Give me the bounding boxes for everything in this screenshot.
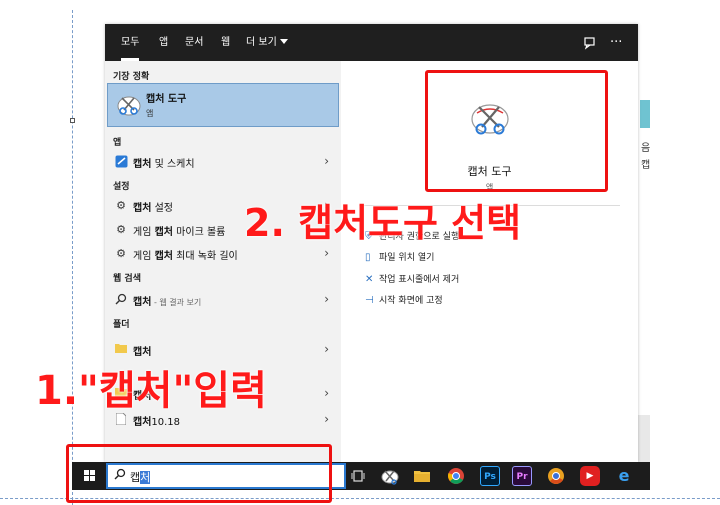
gear-icon: ⚙ — [116, 199, 126, 212]
web-result-hint: - 웹 결과 보기 — [151, 298, 202, 307]
section-heading-apps: 앱 — [113, 138, 122, 148]
pre-text: 게임 — [133, 227, 155, 238]
section-heading-best-match: 기장 정확 — [113, 72, 150, 82]
feedback-icon[interactable] — [583, 24, 597, 61]
tab-label: 더 보기 — [246, 37, 277, 48]
tab-more[interactable]: 더 보기 — [246, 24, 288, 61]
more-options-icon[interactable]: ··· — [610, 24, 622, 61]
unpin-icon: ✕ — [365, 274, 374, 285]
action-label: 시작 화면에 고정 — [379, 296, 443, 306]
tab-label: 모두 — [121, 37, 140, 48]
task-view-icon[interactable] — [348, 466, 368, 486]
file-explorer-icon[interactable] — [412, 466, 432, 486]
tab-label: 문서 — [185, 37, 204, 48]
chevron-down-icon — [279, 39, 288, 44]
match-text: 캡처 — [133, 297, 152, 308]
match-text: 캡처 — [154, 227, 173, 238]
action-unpin-taskbar[interactable]: ✕ 작업 표시줄에서 제거 — [365, 272, 459, 285]
chevron-right-icon[interactable]: › — [324, 342, 329, 356]
rest-text: 10.18 — [151, 417, 181, 428]
tab-web[interactable]: 웹 — [221, 24, 230, 61]
background-text-line: 캡 — [641, 160, 651, 171]
background-text-line: 음 — [641, 143, 651, 154]
section-heading-settings: 설정 — [113, 182, 130, 192]
section-heading-web: 웹 검색 — [113, 274, 141, 284]
rest-text: 및 스케치 — [151, 159, 195, 170]
list-item[interactable]: 캡처 및 스케치 › — [105, 151, 341, 173]
folder-icon — [114, 343, 128, 357]
tab-label: 앱 — [159, 37, 169, 48]
tab-all[interactable]: 모두 — [121, 24, 140, 61]
search-icon — [114, 293, 128, 307]
rest-text: 최대 녹화 길이 — [173, 251, 238, 262]
background-text: 음 캡 — [641, 140, 650, 174]
list-item-label: 게임 캡처 마이크 볼륨 — [133, 223, 225, 238]
match-text: 캡처 — [154, 251, 173, 262]
chrome-icon[interactable] — [446, 466, 466, 486]
snipping-tool-icon[interactable] — [380, 466, 400, 486]
file-location-icon: ▯ — [365, 252, 371, 263]
snipping-tool-icon — [117, 96, 141, 116]
list-item-label: 게임 캡처 최대 녹화 길이 — [133, 247, 238, 262]
list-item-label: 캡처 및 스케치 — [133, 155, 195, 170]
best-match-subtitle: 앱 — [146, 109, 154, 118]
search-tabs: 모두 앱 문서 웹 더 보기 ··· — [105, 24, 638, 61]
document-guide-vertical — [72, 10, 73, 505]
chevron-right-icon[interactable]: › — [324, 154, 329, 168]
match-text: 캡처 — [133, 159, 152, 170]
rest-text: 마이크 볼륨 — [173, 227, 226, 238]
background-accent-strip — [640, 100, 650, 128]
match-text: 캡처 — [133, 203, 152, 214]
rest-text: 설정 — [151, 203, 173, 214]
chevron-right-icon[interactable]: › — [324, 292, 329, 306]
action-open-file-location[interactable]: ▯ 파일 위치 열기 — [365, 250, 434, 263]
action-pin-start[interactable]: ⊣ 시작 화면에 고정 — [365, 293, 443, 306]
highlight-box-app-preview — [425, 70, 608, 192]
list-item-label: 캡처 - 웹 결과 보기 — [133, 293, 201, 308]
chevron-right-icon[interactable]: › — [324, 246, 329, 260]
chrome-alt-icon[interactable] — [546, 466, 566, 486]
list-item-label: 캡처 설정 — [133, 199, 173, 214]
chevron-right-icon[interactable]: › — [324, 386, 329, 400]
match-text: 캡처 — [133, 347, 152, 358]
tab-apps[interactable]: 앱 — [159, 24, 168, 61]
gear-icon: ⚙ — [116, 223, 126, 236]
action-label: 작업 표시줄에서 제거 — [379, 275, 460, 285]
tab-label: 웹 — [221, 37, 231, 48]
best-match-title: 캡처 도구 — [146, 94, 187, 105]
pin-icon: ⊣ — [365, 295, 374, 306]
document-handle[interactable] — [70, 118, 75, 123]
best-match-item[interactable]: 캡처 도구 앱 — [107, 83, 339, 127]
youtube-icon[interactable]: ▶ — [580, 466, 600, 486]
screenshot-stage: 음 캡 모두 앱 문서 웹 더 보기 ··· 기장 정확 캡처 도구 앱 앱 캡… — [0, 0, 720, 505]
pre-text: 게임 — [133, 251, 155, 262]
tab-documents[interactable]: 문서 — [185, 24, 203, 61]
section-heading-folders: 폴더 — [113, 320, 130, 330]
edge-icon[interactable]: e — [614, 466, 634, 486]
action-label: 파일 위치 열기 — [379, 253, 435, 263]
chevron-right-icon[interactable]: › — [324, 412, 329, 426]
photoshop-icon[interactable]: Ps — [480, 466, 500, 486]
match-text: 캡처 — [133, 417, 152, 428]
list-item[interactable]: 캡처 - 웹 결과 보기 › — [105, 289, 341, 311]
annotation-step-2: 2. 캡처도구 선택 — [244, 201, 522, 245]
list-item-label: 캡처 — [133, 343, 151, 358]
gear-icon: ⚙ — [116, 247, 126, 260]
annotation-step-1: 1."캡처"입력 — [35, 368, 267, 414]
snip-sketch-icon — [114, 155, 128, 169]
highlight-box-search — [66, 444, 332, 503]
premiere-icon[interactable]: Pr — [512, 466, 532, 486]
